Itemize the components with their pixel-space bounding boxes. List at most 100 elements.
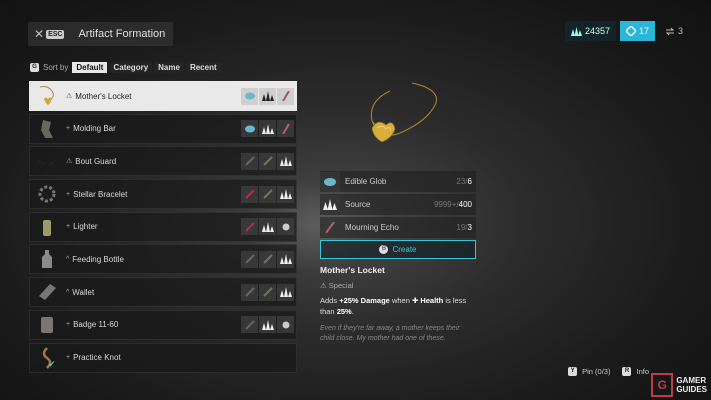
artifact-effect: Adds +25% Damage when ✚ Health is less t… bbox=[320, 296, 467, 316]
sort-name[interactable]: Name bbox=[154, 61, 184, 73]
source-icon bbox=[277, 250, 294, 268]
artifact-row-mothers-locket[interactable]: ⚠ Mother's Locket bbox=[29, 81, 297, 111]
bracelet-icon bbox=[30, 180, 64, 208]
sort-category[interactable]: Category bbox=[109, 61, 153, 73]
sort-recent[interactable]: Recent bbox=[185, 61, 221, 73]
material-row-mourning-echo: Mourning Echo 19/3 bbox=[320, 217, 476, 238]
material-need: 400 bbox=[458, 200, 472, 209]
artifact-name: Badge 11-60 bbox=[73, 320, 119, 330]
pin-hint[interactable]: Y Pin (0/3) bbox=[568, 367, 610, 376]
material-white-icon bbox=[277, 218, 294, 236]
material-name: Edible Glob bbox=[345, 177, 387, 186]
swap-currency: 3 bbox=[659, 21, 689, 41]
artifact-name: Stellar Bracelet bbox=[73, 189, 128, 199]
esc-key-hint[interactable]: ESC bbox=[46, 29, 65, 39]
gamer-guides-watermark: G GAMER GUIDES bbox=[651, 373, 707, 397]
source-icon bbox=[259, 87, 276, 105]
material-have: 19 bbox=[456, 223, 466, 232]
footer-hints: Y Pin (0/3) R Info bbox=[556, 367, 649, 376]
artifact-title: Mother's Locket bbox=[320, 265, 385, 275]
material-have: 23 bbox=[456, 177, 466, 186]
watermark-line1: GAMER bbox=[676, 376, 707, 385]
create-button[interactable]: B Create bbox=[320, 240, 476, 259]
echo-icon bbox=[277, 87, 294, 105]
material-row-edible-glob: Edible Glob 23/6 bbox=[320, 171, 476, 192]
locket-preview-image bbox=[320, 81, 476, 171]
gamer-guides-logo: G bbox=[651, 373, 674, 397]
source-icon bbox=[570, 26, 582, 36]
rank-icon: ^ bbox=[66, 255, 70, 263]
artifact-row-wallet[interactable]: ^ Wallet bbox=[29, 277, 297, 308]
rank-icon: ^ bbox=[66, 288, 70, 296]
material-dim-icon bbox=[259, 152, 276, 170]
material-dim-icon bbox=[241, 250, 258, 268]
rank-icon: ⚠ bbox=[66, 158, 73, 166]
glob-icon bbox=[241, 120, 258, 138]
artifact-list: ⚠ Mother's Locket + Molding Bar ⚠ Bout G… bbox=[29, 81, 297, 375]
source-icon bbox=[259, 120, 276, 138]
artifact-row-badge[interactable]: + Badge 11-60 bbox=[29, 309, 297, 340]
bottle-icon bbox=[30, 245, 64, 273]
pin-key: Y bbox=[568, 367, 578, 376]
artifact-name: Wallet bbox=[72, 287, 95, 297]
material-dim-icon bbox=[241, 283, 258, 301]
artifact-row-lighter[interactable]: + Lighter bbox=[29, 211, 297, 242]
artifact-row-molding-bar[interactable]: + Molding Bar bbox=[29, 113, 297, 144]
locket-icon bbox=[30, 82, 64, 110]
lighter-icon bbox=[30, 213, 64, 241]
detail-panel: Edible Glob 23/6 Source 9999+/400 Mourni… bbox=[320, 81, 476, 344]
material-dim-icon bbox=[241, 152, 258, 170]
badge-icon bbox=[30, 311, 64, 339]
molding-bar-icon bbox=[30, 115, 64, 143]
bout-guard-icon bbox=[30, 147, 64, 175]
diamond-swirl-icon bbox=[625, 26, 636, 36]
rank-icon: + bbox=[66, 223, 71, 231]
sort-key-hint[interactable]: G bbox=[30, 62, 39, 72]
sort-default[interactable]: Default bbox=[72, 61, 108, 73]
artifact-name: Molding Bar bbox=[73, 124, 116, 134]
material-dim-icon bbox=[241, 316, 258, 334]
echo-icon bbox=[277, 120, 294, 138]
artifact-name: Bout Guard bbox=[75, 156, 117, 166]
header-bar: ✕ ESC Artifact Formation bbox=[28, 22, 174, 46]
glob-icon bbox=[320, 171, 340, 192]
sort-label: Sort by bbox=[43, 62, 69, 72]
source-currency: 24357 bbox=[564, 21, 616, 41]
source-icon bbox=[320, 194, 340, 215]
wallet-icon bbox=[30, 278, 64, 306]
sort-bar: G Sort by Default Category Name Recent bbox=[30, 60, 223, 74]
material-dim-icon bbox=[259, 250, 276, 268]
source-icon bbox=[277, 283, 294, 301]
artifact-flavor-text: Even if they're far away, a mother keeps… bbox=[320, 325, 460, 342]
close-icon[interactable]: ✕ bbox=[34, 27, 44, 41]
material-need: 6 bbox=[467, 177, 472, 186]
material-red-icon bbox=[241, 185, 258, 203]
info-label: Info bbox=[636, 367, 649, 376]
info-hint[interactable]: R Info bbox=[622, 367, 649, 376]
material-name: Mourning Echo bbox=[345, 223, 399, 232]
material-dim-icon bbox=[259, 185, 276, 203]
material-white-icon bbox=[277, 316, 294, 334]
source-amount: 24357 bbox=[584, 26, 610, 36]
artifact-row-bout-guard[interactable]: ⚠ Bout Guard bbox=[29, 146, 297, 177]
source-icon bbox=[277, 152, 294, 170]
artifact-type: ⚠ Special bbox=[320, 281, 354, 290]
create-label: Create bbox=[392, 245, 417, 254]
page-title: Artifact Formation bbox=[78, 28, 166, 40]
artifact-row-practice-knot[interactable]: ✔ + Practice Knot bbox=[29, 342, 297, 373]
source-icon bbox=[259, 316, 276, 334]
artifact-name: Mother's Locket bbox=[75, 91, 132, 101]
artifact-row-feeding-bottle[interactable]: ^ Feeding Bottle bbox=[29, 244, 297, 275]
watermark-line2: GUIDES bbox=[676, 385, 707, 394]
material-have: 9999+ bbox=[433, 200, 457, 209]
swap-icon bbox=[665, 27, 675, 35]
glob-icon bbox=[241, 87, 258, 105]
info-key: R bbox=[622, 367, 632, 376]
artifact-name: Practice Knot bbox=[73, 353, 121, 362]
create-key-hint: B bbox=[379, 245, 389, 254]
artifact-row-stellar-bracelet[interactable]: + Stellar Bracelet bbox=[29, 179, 297, 210]
checkmark-icon: ✔ bbox=[48, 358, 56, 369]
rank-icon: ⚠ bbox=[66, 93, 73, 100]
source-icon bbox=[277, 185, 294, 203]
artifact-name: Feeding Bottle bbox=[72, 254, 124, 264]
